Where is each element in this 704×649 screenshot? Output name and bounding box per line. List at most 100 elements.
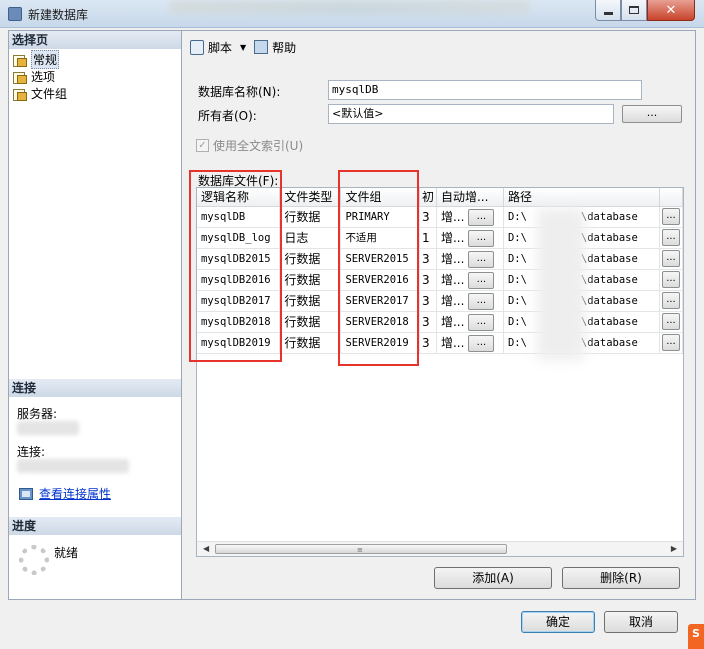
autogrowth-browse-button[interactable]: ... [468,334,495,352]
page-item-filegroups[interactable]: 文件组 [13,85,177,102]
db-name-label: 数据库名称(N): [198,85,281,99]
col-filegroup[interactable]: 文件组 [340,188,420,207]
cell-filegroup[interactable]: SERVER2017 [340,290,420,312]
page-item-label: 选项 [31,70,56,84]
autogrowth-browse-button[interactable]: ... [468,250,495,268]
table-row[interactable]: mysqlDB2017 行数据 SERVER2017 3 增...... D:\ \data… [197,290,683,312]
scrollbar-thumb[interactable]: ≡ [215,544,507,554]
page-item-general[interactable]: 常规 [13,50,177,69]
col-logical-name[interactable]: 逻辑名称 [197,188,281,207]
path-browse-button[interactable]: ... [661,271,680,288]
connection-value-redacted [17,459,129,473]
maximize-button[interactable] [621,0,647,21]
col-file-type[interactable]: 文件类型 [279,188,342,207]
cell-filegroup[interactable]: SERVER2015 [340,248,420,270]
path-browse-button[interactable]: ... [661,208,680,225]
chevron-down-icon[interactable]: ▼ [240,43,246,52]
path-start: D:\ [507,336,527,349]
owner-browse-button[interactable]: ... [622,105,682,123]
script-button[interactable]: 脚本 [190,39,232,56]
cell-file-type[interactable]: 日志 [279,227,342,249]
path-browse-button[interactable]: ... [661,313,680,330]
remove-button[interactable]: 删除(R) [562,567,680,589]
path-end: \database [580,294,638,307]
cell-path-browse: ... [659,311,683,333]
cell-initial-size[interactable]: 3 [419,290,437,312]
cell-initial-size[interactable]: 3 [419,332,437,354]
view-connection-properties-link[interactable]: 查看连接属性 [9,485,181,502]
table-row[interactable]: mysqlDB2016 行数据 SERVER2016 3 增...... D:\ \data… [197,269,683,291]
autogrowth-text: 增... [440,293,465,308]
right-pane: 脚本 ▼ 帮助 数据库名称(N): mysqlDB 所有者(O): <默认值> … [182,30,696,600]
ok-button[interactable]: 确定 [521,611,595,633]
table-row[interactable]: mysqlDB 行数据 PRIMARY 3 增...... D:\ \database... [197,206,683,228]
cell-file-type[interactable]: 行数据 [279,290,342,312]
path-browse-button[interactable]: ... [661,229,680,246]
col-initial-size[interactable]: 初 [419,188,437,207]
page-icon [13,71,27,84]
page-icon [13,88,27,101]
cell-initial-size[interactable]: 3 [419,311,437,333]
autogrowth-browse-button[interactable]: ... [468,313,495,331]
cell-filegroup[interactable]: 不适用 [340,227,420,249]
select-page-header: 选择页 [9,31,181,49]
maximize-icon [629,6,639,14]
table-row[interactable]: mysqlDB2015 行数据 SERVER2015 3 增...... D:\ \data… [197,248,683,270]
owner-input[interactable]: <默认值> [328,104,614,124]
cell-filegroup[interactable]: SERVER2016 [340,269,420,291]
path-browse-button[interactable]: ... [661,334,680,351]
cell-file-type[interactable]: 行数据 [279,311,342,333]
path-browse-button[interactable]: ... [661,292,680,309]
minimize-icon [603,11,613,15]
autogrowth-text: 增... [440,209,465,224]
close-icon: ✕ [665,2,677,18]
cell-logical-name[interactable]: mysqlDB2016 [197,269,281,291]
cell-logical-name[interactable]: mysqlDB2015 [197,248,281,270]
cancel-button[interactable]: 取消 [604,611,678,633]
col-autogrowth[interactable]: 自动增... [436,188,504,207]
cell-file-type[interactable]: 行数据 [279,248,342,270]
toolbar: 脚本 ▼ 帮助 [190,37,302,57]
cell-filegroup[interactable]: SERVER2019 [340,332,420,354]
cell-filegroup[interactable]: SERVER2018 [340,311,420,333]
cell-initial-size[interactable]: 1 [419,227,437,249]
scroll-left-icon[interactable]: ◀ [203,544,209,553]
close-button[interactable]: ✕ [647,0,695,21]
grid-body: mysqlDB 行数据 PRIMARY 3 增...... D:\ \database...… [197,206,683,354]
cell-filegroup[interactable]: PRIMARY [340,206,420,228]
path-browse-button[interactable]: ... [661,250,680,267]
col-path[interactable]: 路径 [503,188,660,207]
autogrowth-browse-button[interactable]: ... [468,271,495,289]
db-name-input[interactable]: mysqlDB [328,80,642,100]
cell-initial-size[interactable]: 3 [419,206,437,228]
path-start: D:\ [507,294,527,307]
add-button[interactable]: 添加(A) [434,567,552,589]
cell-file-type[interactable]: 行数据 [279,332,342,354]
cell-initial-size[interactable]: 3 [419,269,437,291]
connection-section: 连接 服务器: 连接: 查看连接属性 [9,379,181,517]
minimize-button[interactable] [595,0,621,21]
table-row[interactable]: mysqlDB2018 行数据 SERVER2018 3 增...... D:\ \data… [197,311,683,333]
cell-logical-name[interactable]: mysqlDB2019 [197,332,281,354]
horizontal-scrollbar[interactable]: ◀ ≡ ▶ [197,541,683,556]
table-row[interactable]: mysqlDB2019 行数据 SERVER2019 3 增...... D:\ \data… [197,332,683,354]
autogrowth-browse-button[interactable]: ... [468,229,495,247]
scroll-right-icon[interactable]: ▶ [671,544,677,553]
script-label: 脚本 [208,40,233,55]
cell-autogrowth: 增...... [436,206,504,228]
cell-logical-name[interactable]: mysqlDB2017 [197,290,281,312]
db-files-grid[interactable]: 逻辑名称 文件类型 文件组 初 自动增... 路径 mysqlDB 行数据 PRIM… [196,187,684,557]
cell-logical-name[interactable]: mysqlDB [197,206,281,228]
fulltext-checkbox[interactable]: ✓ 使用全文索引(U) [196,137,303,154]
help-button[interactable]: 帮助 [254,39,296,56]
autogrowth-browse-button[interactable]: ... [468,292,495,310]
server-value-redacted [17,421,79,435]
cell-file-type[interactable]: 行数据 [279,269,342,291]
cell-logical-name[interactable]: mysqlDB_log [197,227,281,249]
page-item-options[interactable]: 选项 [13,68,177,85]
autogrowth-browse-button[interactable]: ... [468,208,495,226]
cell-logical-name[interactable]: mysqlDB2018 [197,311,281,333]
cell-initial-size[interactable]: 3 [419,248,437,270]
cell-file-type[interactable]: 行数据 [279,206,342,228]
table-row[interactable]: mysqlDB_log 日志 不适用 1 增...... D:\ \database... [197,227,683,249]
